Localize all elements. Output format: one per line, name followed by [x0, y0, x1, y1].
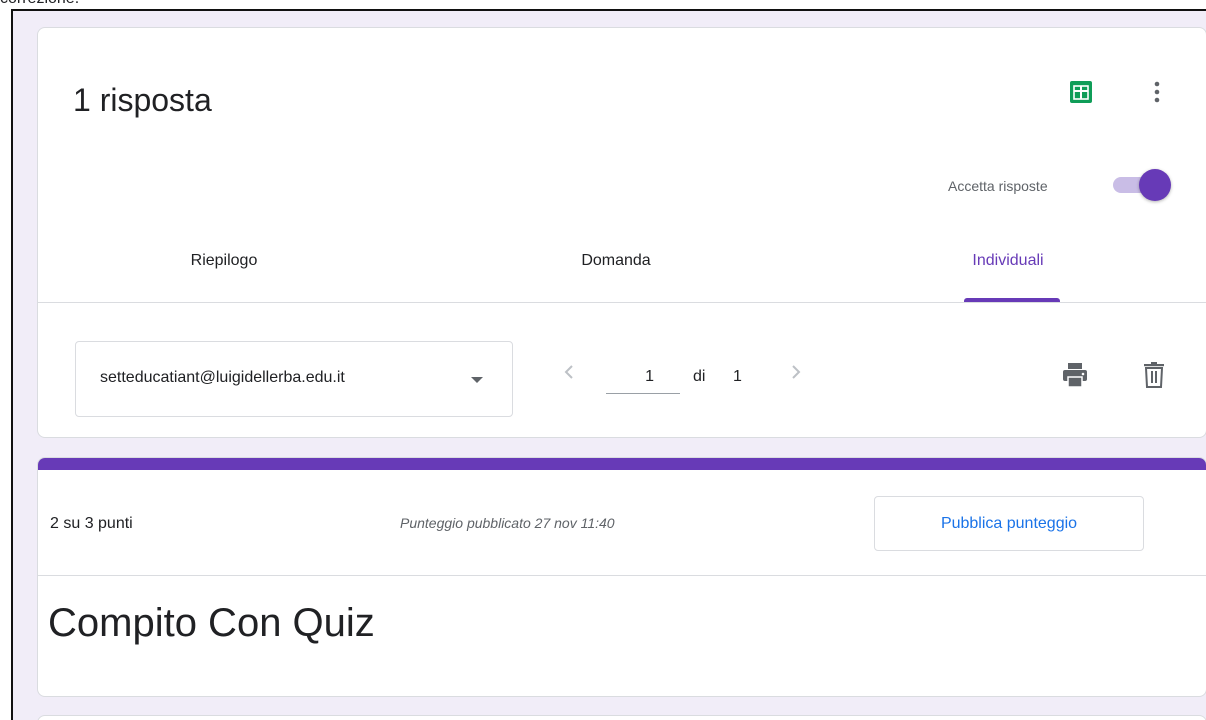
accent-bar [38, 458, 1206, 470]
score-text: 2 su 3 punti [50, 515, 133, 532]
chevron-left-icon[interactable] [558, 360, 582, 384]
clipped-text: correzione. [0, 0, 79, 8]
accept-responses-toggle[interactable] [1113, 169, 1173, 201]
score-card [37, 457, 1206, 697]
print-icon[interactable] [1062, 362, 1088, 388]
tab-riepilogo[interactable]: Riepilogo [134, 252, 314, 304]
score-divider [37, 575, 1206, 576]
responder-select[interactable]: setteducatiant@luigidellerba.edu.it [75, 341, 513, 417]
responses-count-title: 1 risposta [73, 82, 212, 118]
responder-email: setteducatiant@luigidellerba.edu.it [100, 369, 345, 386]
chevron-right-icon[interactable] [783, 360, 807, 384]
page-number-input[interactable]: 1 [606, 350, 680, 394]
tab-domanda[interactable]: Domanda [526, 252, 706, 304]
accept-responses-label: Accetta risposte [948, 178, 1048, 194]
more-vert-icon[interactable] [1145, 76, 1169, 108]
page-frame: 1 risposta Accetta risposte Riepilogo Do… [11, 9, 1206, 720]
page-of-label: di [693, 368, 706, 385]
next-card [37, 715, 1206, 720]
publish-score-button[interactable]: Pubblica punteggio [874, 496, 1144, 551]
tab-divider [38, 302, 1206, 303]
dropdown-caret-icon [471, 377, 483, 383]
responses-header-card: 1 risposta Accetta risposte Riepilogo Do… [37, 27, 1206, 438]
published-status: Punteggio pubblicato 27 nov 11:40 [400, 515, 615, 531]
google-sheets-icon[interactable] [1070, 81, 1092, 103]
quiz-title: Compito Con Quiz [48, 601, 375, 645]
trash-icon[interactable] [1142, 362, 1166, 388]
page-total: 1 [733, 368, 742, 385]
tab-individuali[interactable]: Individuali [918, 252, 1098, 304]
toggle-knob [1139, 169, 1171, 201]
